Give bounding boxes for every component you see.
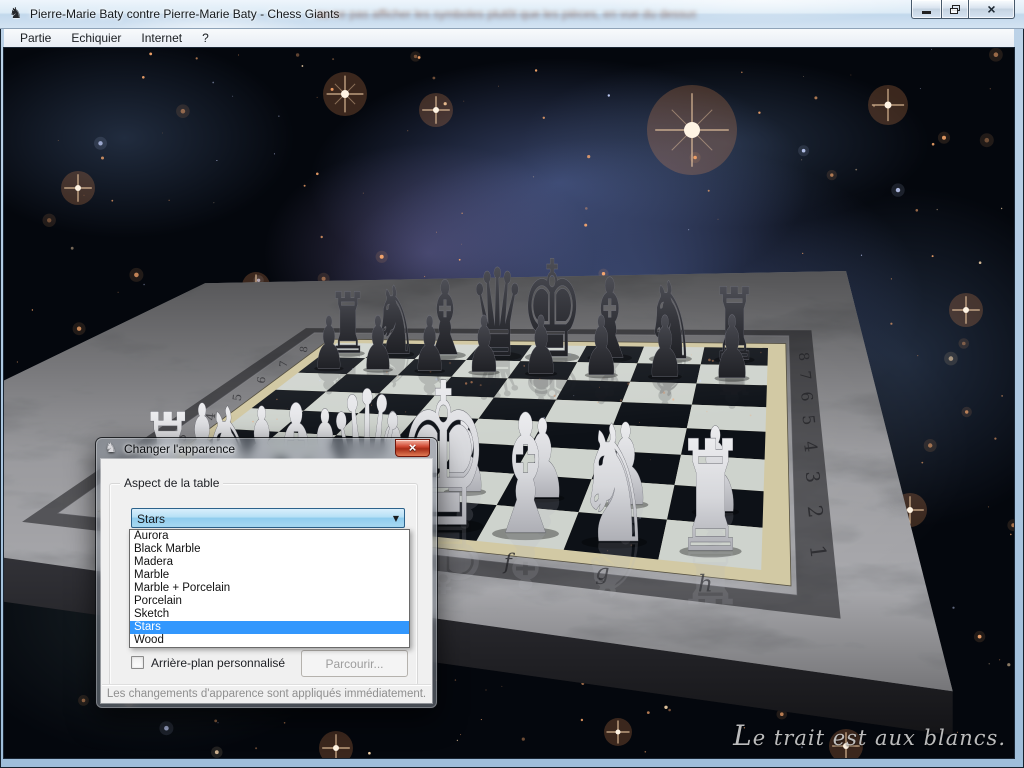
custom-background-label: Arrière-plan personnalisé <box>151 656 285 670</box>
window-title: Pierre-Marie Baty contre Pierre-Marie Ba… <box>30 7 339 21</box>
menu-item-internet[interactable]: Internet <box>131 30 192 46</box>
dropdown-option-sketch[interactable]: Sketch <box>130 608 409 621</box>
close-button[interactable]: × <box>969 0 1015 19</box>
menu-item-[interactable]: ? <box>192 30 219 46</box>
piece-white-bishop-f1[interactable]: ♝ <box>487 380 563 571</box>
combobox-value: Stars <box>137 512 165 526</box>
caption-buttons: × <box>911 0 1015 19</box>
piece-white-knight-g1[interactable]: ♞ <box>577 392 651 579</box>
piece-white-rook-h1[interactable]: ♜ <box>675 408 746 586</box>
dropdown-option-wood[interactable]: Wood <box>130 634 409 647</box>
app-window: ♞ Pierre-Marie Baty contre Pierre-Marie … <box>0 0 1024 768</box>
groupbox-label: Aspect de la table <box>120 476 223 490</box>
dropdown-option-madera[interactable]: Madera <box>130 556 409 569</box>
custom-background-checkbox[interactable] <box>131 656 144 669</box>
dropdown-option-aurora[interactable]: Aurora <box>130 530 409 543</box>
dropdown-option-marble-porcelain[interactable]: Marble + Porcelain <box>130 582 409 595</box>
piece-black-pawn-h7[interactable]: ♟ <box>712 298 752 399</box>
dialog-status-text: Les changements d'apparence sont appliqu… <box>102 684 431 702</box>
combobox-dropdown-list: AuroraBlack MarbleMaderaMarbleMarble + P… <box>129 529 410 648</box>
background-ghost-text: ou ne pas afficher les symboles plutôt q… <box>316 7 696 21</box>
rank-label-8-left: 8 <box>299 346 311 354</box>
dialog-close-button[interactable]: × <box>395 439 430 457</box>
minimize-button[interactable] <box>911 0 941 19</box>
titlebar[interactable]: ♞ Pierre-Marie Baty contre Pierre-Marie … <box>0 0 1024 29</box>
rank-label-3-right: 3 <box>801 470 823 484</box>
dropdown-option-stars[interactable]: Stars <box>130 621 409 634</box>
dropdown-option-porcelain[interactable]: Porcelain <box>130 595 409 608</box>
app-icon-knight: ♞ <box>9 5 22 21</box>
browse-button[interactable]: Parcourir... <box>301 650 408 677</box>
menu-item-partie[interactable]: Partie <box>10 30 61 46</box>
dialog-titlebar[interactable]: ♞ Changer l'apparence × <box>96 438 437 459</box>
piece-black-pawn-f7[interactable]: ♟ <box>583 300 621 394</box>
dialog-client-area: Aspect de la table Stars ▼ AuroraBlack M… <box>101 459 432 703</box>
dialog-title: Changer l'apparence <box>124 442 235 456</box>
chevron-down-icon: ▼ <box>393 514 399 523</box>
turn-indicator: Le trait est aux blancs. <box>733 719 1006 752</box>
table-aspect-combobox[interactable]: Stars ▼ <box>131 508 405 528</box>
menu-item-echiquier[interactable]: Echiquier <box>61 30 131 46</box>
restore-icon <box>950 5 960 14</box>
dropdown-option-marble[interactable]: Marble <box>130 569 409 582</box>
appearance-dialog[interactable]: ♞ Changer l'apparence × Aspect de la tab… <box>96 438 437 708</box>
minimize-icon <box>922 11 931 14</box>
piece-black-pawn-e7[interactable]: ♟ <box>523 299 560 392</box>
dialog-icon-knight: ♞ <box>105 441 117 456</box>
menubar: PartieEchiquierInternet? <box>4 29 1014 48</box>
dropdown-option-black-marble[interactable]: Black Marble <box>130 543 409 556</box>
game-viewport[interactable]: abcdefgh1122334455667788♜♜♞♞♝♝♛♛♚♚♝♝♞♞♜♜… <box>4 48 1014 758</box>
piece-black-pawn-g7[interactable]: ♟ <box>646 298 685 396</box>
restore-button[interactable] <box>941 0 969 19</box>
